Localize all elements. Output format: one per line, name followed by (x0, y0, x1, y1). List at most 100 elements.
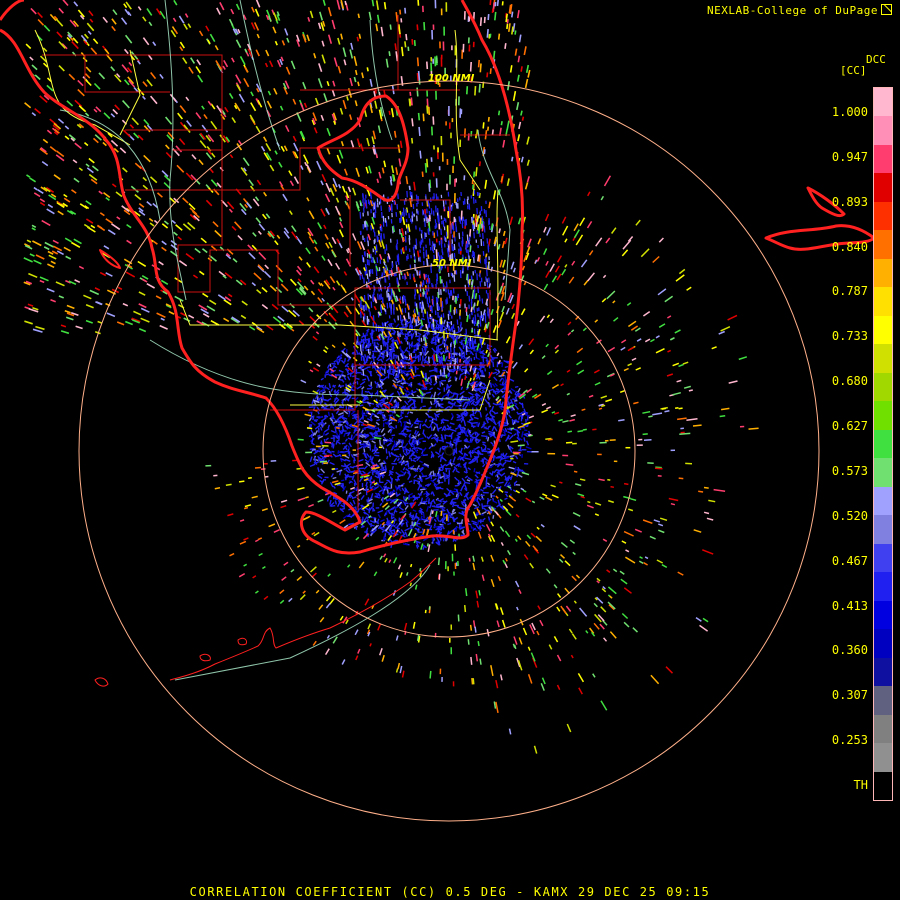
echo-gate (483, 225, 486, 233)
echo-gate (498, 438, 501, 443)
echo-gate (510, 427, 515, 430)
echo-gate (410, 457, 413, 462)
echo-gate (440, 228, 443, 235)
echo-gate (376, 419, 381, 422)
echo-gate (341, 479, 345, 482)
echo-gate (330, 505, 336, 507)
echo-gate (386, 520, 391, 523)
echo-gate (413, 422, 419, 425)
echo-gate (354, 69, 358, 76)
echo-gate (431, 338, 434, 344)
echo-gate (341, 425, 344, 432)
echo-gate (439, 466, 444, 469)
echo-gate (498, 481, 504, 484)
echo-gate (442, 513, 447, 516)
echo-gate (436, 425, 439, 431)
echo-gate (494, 412, 499, 415)
echo-gate (402, 237, 405, 242)
echo-gate (331, 362, 336, 365)
echo-gate (393, 448, 400, 451)
echo-gate (414, 365, 417, 373)
echo-gate (470, 357, 473, 362)
echo-gate (341, 374, 346, 377)
echo-gate (441, 301, 444, 309)
echo-gate (356, 36, 360, 42)
echo-gate (511, 419, 514, 424)
echo-gate (494, 11, 497, 21)
echo-gate (416, 24, 419, 31)
echo-gate (331, 467, 336, 470)
echo-gate (350, 434, 353, 439)
echo-gate (520, 110, 523, 116)
echo-gate (444, 419, 449, 422)
echo-gate (400, 411, 404, 414)
echo-gate (414, 426, 419, 429)
echo-gate (386, 479, 390, 482)
echo-gate (490, 266, 494, 272)
echo-gate (464, 440, 469, 443)
echo-gate (428, 238, 431, 246)
echo-gate (456, 440, 462, 443)
echo-gate (384, 533, 387, 537)
echo-gate (341, 442, 346, 445)
echo-gate (474, 86, 477, 96)
echo-gate (469, 61, 472, 72)
echo-gate (363, 448, 366, 453)
echo-gate (373, 285, 375, 292)
echo-gate (415, 366, 418, 371)
echo-gate (390, 512, 393, 519)
echo-gate (467, 428, 470, 434)
echo-gate (389, 24, 392, 30)
echo-gate (483, 16, 486, 24)
echo-gate (325, 408, 331, 411)
echo-gate (389, 176, 393, 182)
echo-gate (476, 300, 480, 307)
echo-gate (362, 338, 365, 346)
echo-gate (359, 311, 362, 318)
echo-gate (354, 506, 357, 511)
echo-gate (415, 194, 418, 202)
echo-gate (414, 288, 417, 296)
echo-gate (347, 406, 350, 413)
echo-gate (376, 382, 379, 389)
echo-gate (238, 480, 245, 483)
echo-gate (393, 130, 397, 138)
echo-gate (421, 171, 424, 177)
echo-gate (366, 499, 369, 503)
echo-gate (331, 450, 335, 453)
echo-gate (419, 567, 422, 572)
echo-gate (487, 116, 490, 122)
echo-gate (483, 149, 486, 155)
echo-gate (452, 337, 455, 344)
echo-gate (440, 355, 443, 360)
echo-gate (397, 355, 400, 361)
echo-gate (488, 390, 491, 395)
echo-gate (507, 434, 510, 440)
echo-gate (526, 423, 529, 428)
echo-gate (505, 13, 508, 23)
echo-gate (427, 415, 433, 418)
echo-gate (393, 440, 396, 445)
echo-gate (323, 432, 325, 436)
echo-gate (478, 161, 481, 167)
echo-gate (486, 72, 489, 78)
echo-gate (332, 476, 337, 480)
echo-gate (411, 39, 414, 45)
echo-gate (471, 449, 474, 454)
echo-gate (415, 238, 418, 246)
echo-gate (428, 356, 430, 364)
echo-gate (428, 502, 433, 505)
echo-gate (369, 445, 372, 451)
echo-gate (477, 59, 480, 68)
echo-gate (479, 63, 482, 73)
echo-gate (469, 438, 472, 442)
echo-gate (399, 9, 402, 15)
echo-gate (334, 397, 339, 400)
echo-gate (369, 438, 373, 441)
echo-gate (478, 381, 481, 386)
echo-gate (479, 365, 482, 373)
echo-gate (479, 17, 483, 26)
echo-gate (371, 471, 374, 476)
echo-gate (453, 274, 456, 282)
echo-gate (347, 445, 350, 450)
